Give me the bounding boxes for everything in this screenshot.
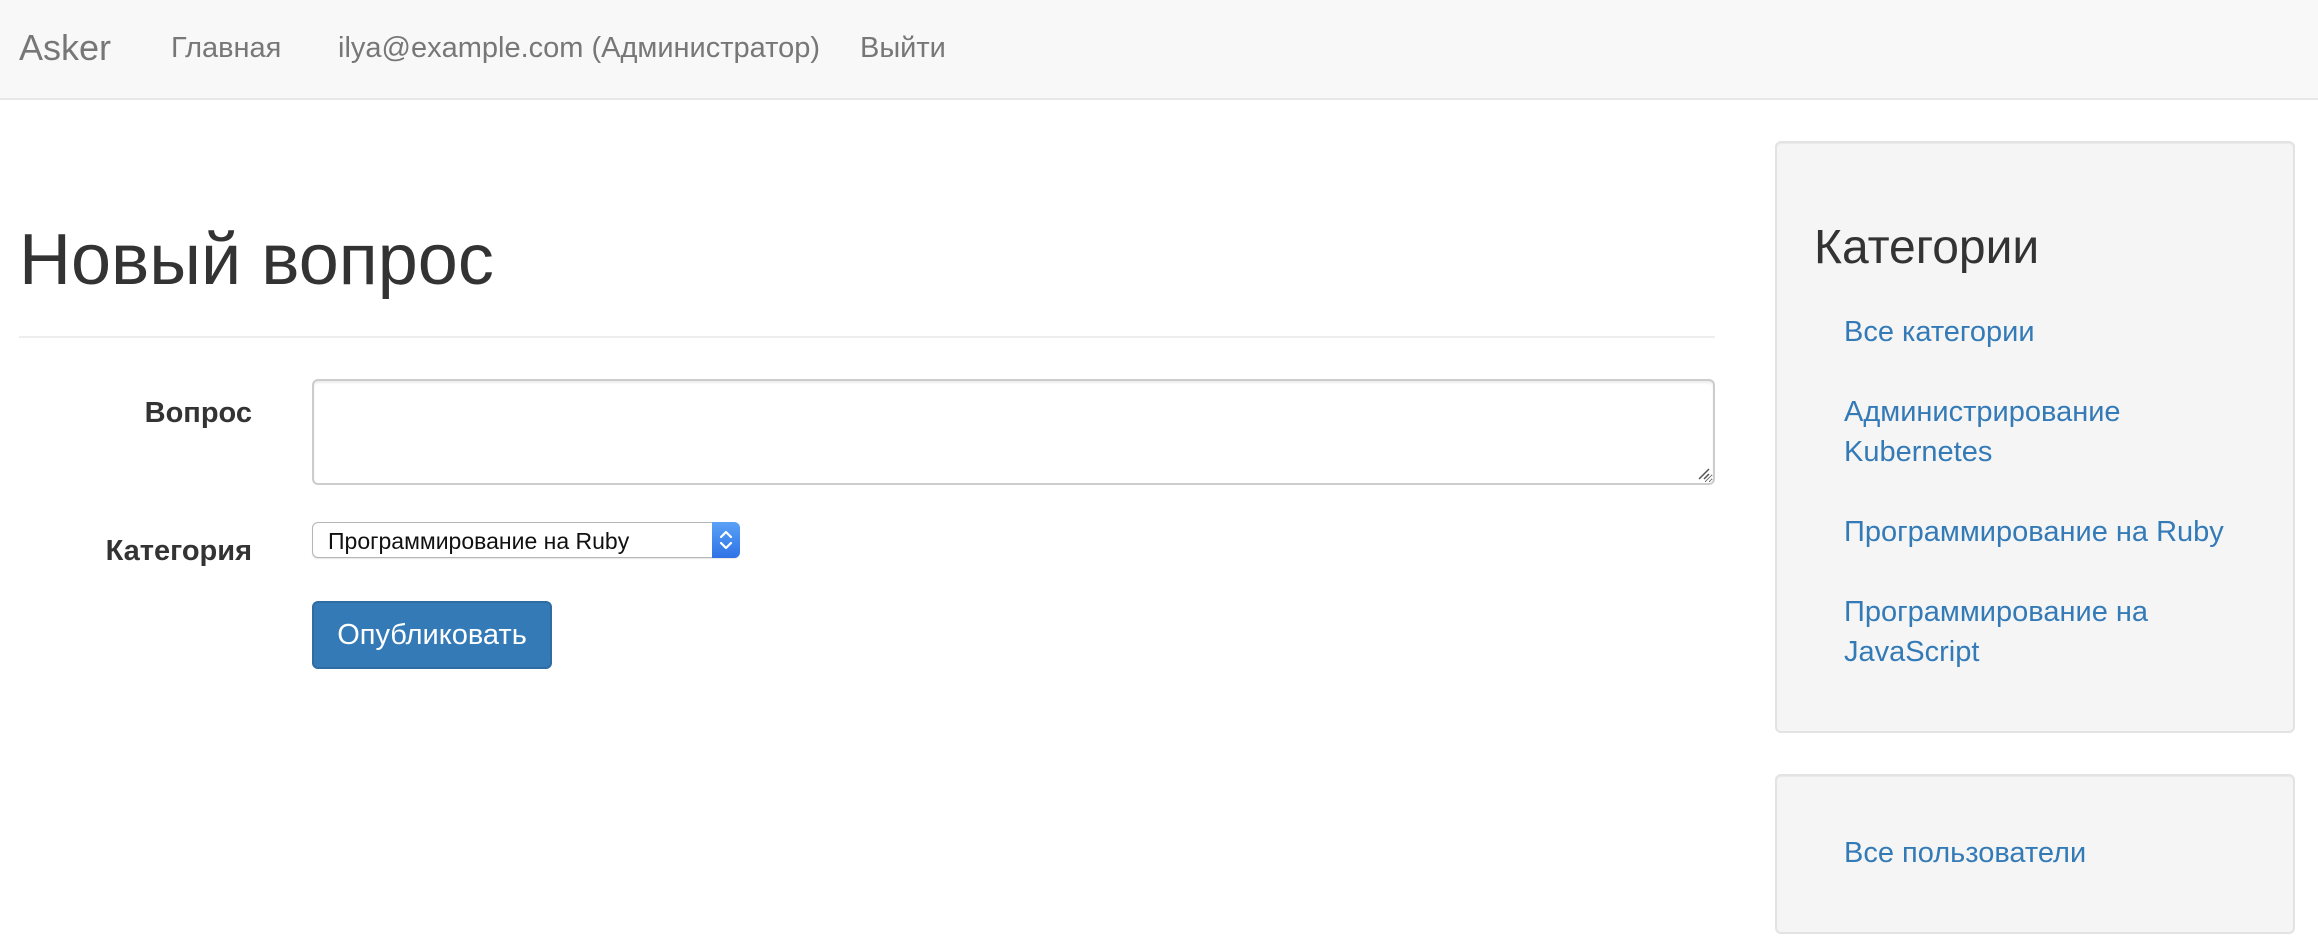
all-users-link[interactable]: Все пользователи <box>1844 833 2264 873</box>
category-link-kubernetes[interactable]: Администрирование Kubernetes <box>1844 392 2264 472</box>
question-label: Вопрос <box>144 397 252 429</box>
title-divider <box>19 336 1715 338</box>
categories-title: Категории <box>1814 221 2040 274</box>
category-select[interactable]: Программирование на Ruby <box>312 522 740 558</box>
nav-logout-link[interactable]: Выйти <box>860 29 946 67</box>
category-link-javascript[interactable]: Программирование на JavaScript <box>1844 592 2264 672</box>
page-title: Новый вопрос <box>19 220 494 300</box>
category-link-all[interactable]: Все категории <box>1844 312 2264 352</box>
question-textarea[interactable] <box>312 379 1715 485</box>
nav-home-link[interactable]: Главная <box>171 29 281 67</box>
category-select-value: Программирование на Ruby <box>328 528 630 554</box>
nav-user-link[interactable]: ilya@example.com (Администратор) <box>338 29 820 67</box>
category-link-ruby[interactable]: Программирование на Ruby <box>1844 512 2264 552</box>
brand-link[interactable]: Asker <box>19 24 111 72</box>
publish-button[interactable]: Опубликовать <box>312 601 552 669</box>
select-arrows-icon <box>712 522 740 558</box>
resize-grip-icon[interactable] <box>1696 466 1710 480</box>
top-navbar: Asker Главная ilya@example.com (Админист… <box>0 0 2318 100</box>
category-label: Категория <box>105 535 252 567</box>
